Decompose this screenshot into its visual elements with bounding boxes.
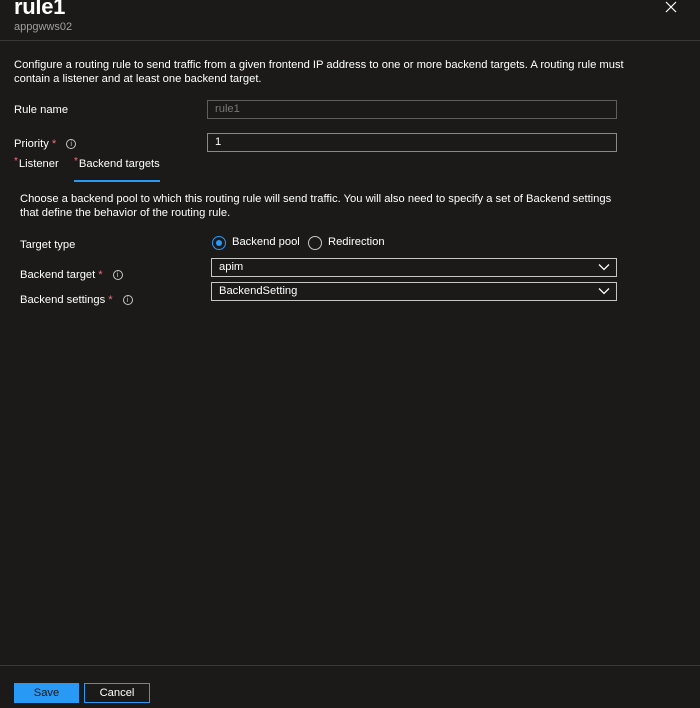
backend-settings-dropdown[interactable]: BackendSetting [211, 282, 617, 301]
chevron-down-icon [598, 288, 610, 295]
required-asterisk: * [51, 138, 57, 150]
rule-description: Configure a routing rule to send traffic… [14, 59, 624, 85]
tab-listener[interactable]: *Listener [14, 156, 59, 170]
target-type-label: Target type [20, 239, 76, 251]
info-icon[interactable]: i [112, 270, 123, 280]
blade-header: rule1 appgwws02 [0, 0, 700, 41]
required-asterisk: * [108, 294, 113, 306]
rule-name-label: Rule name [14, 104, 69, 116]
page-subtitle: appgwws02 [14, 21, 73, 33]
radio-button-checked[interactable] [212, 236, 226, 250]
chevron-down-icon [598, 264, 610, 271]
rule-name-field: rule1 [207, 100, 617, 119]
info-icon[interactable]: i [122, 295, 133, 305]
info-icon[interactable]: i [66, 139, 77, 149]
backend-description: Choose a backend pool to which this rout… [20, 193, 612, 219]
radio-redirection[interactable]: Redirection [308, 235, 388, 253]
backend-target-dropdown[interactable]: apim [211, 258, 617, 277]
required-asterisk: * [98, 269, 103, 281]
cancel-button[interactable]: Cancel [84, 683, 150, 703]
tab-backend-targets[interactable]: *Backend targets [74, 156, 160, 182]
radio-button[interactable] [308, 236, 322, 250]
required-asterisk: * [14, 156, 18, 167]
blade-footer: Save Cancel [0, 665, 700, 708]
required-asterisk: * [74, 156, 78, 167]
page-title: rule1 [14, 0, 66, 19]
radio-backend-pool[interactable]: Backend pool [212, 235, 302, 253]
priority-label: Priority * i [14, 138, 77, 150]
priority-field[interactable]: 1 [207, 133, 617, 152]
close-icon[interactable] [664, 0, 684, 16]
backend-target-label: Backend target * i [20, 269, 123, 281]
save-button[interactable]: Save [14, 683, 79, 703]
backend-settings-label: Backend settings * i [20, 294, 133, 306]
